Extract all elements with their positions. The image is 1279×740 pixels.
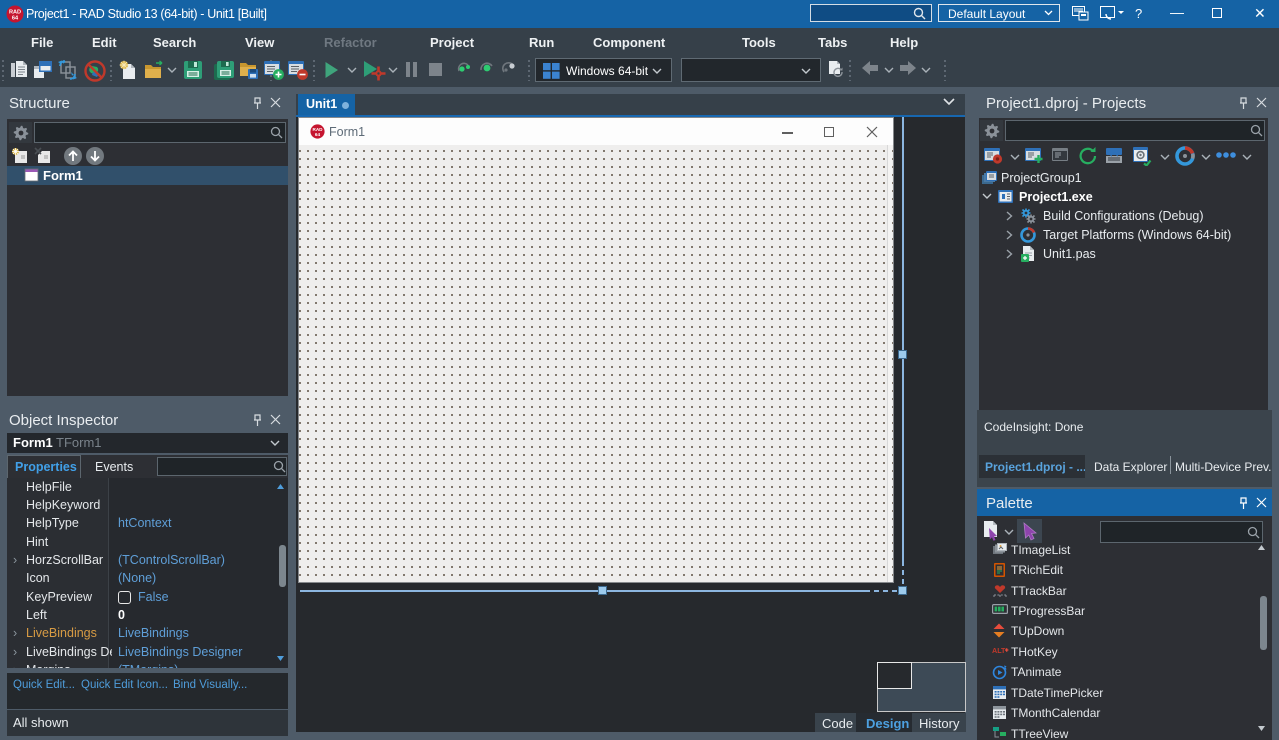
svg-text:64: 64 [12, 16, 19, 22]
svg-text:ALT: ALT [992, 646, 1006, 655]
svg-text:64: 64 [315, 132, 321, 137]
